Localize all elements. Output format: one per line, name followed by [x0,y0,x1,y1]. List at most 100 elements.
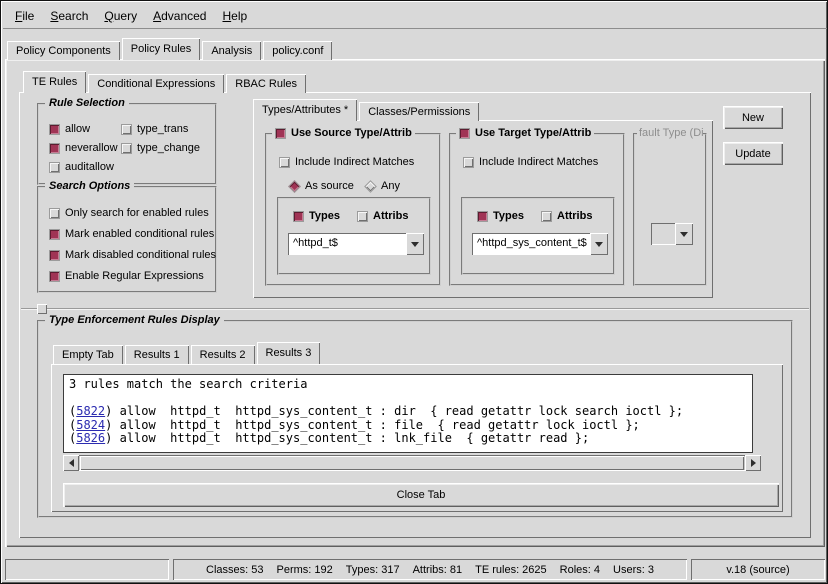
radio-as-source[interactable]: As source [289,179,354,193]
rules-display-title: Type Enforcement Rules Display [45,314,224,326]
results-text-area[interactable]: 3 rules match the search criteria (5822)… [63,374,753,453]
menu-file[interactable]: File [7,3,42,29]
tab-te-rules[interactable]: TE Rules [23,71,86,93]
checkbox-use-target-type[interactable]: Use Target Type/Attrib [456,126,594,140]
tab-results-2[interactable]: Results 2 [191,345,255,364]
checkbox-label: Types [493,210,524,222]
target-types-frame: Types Attribs ^httpd_sys_content_t$ [461,197,615,275]
rules-display-group: Type Enforcement Rules Display Empty Tab… [37,320,793,518]
checkbox-indicator [49,229,60,240]
checkbox-label: Use Source Type/Attrib [291,127,412,139]
default-type-group: fault Type (Disa [633,133,707,286]
checkbox-source-types[interactable]: Types [293,209,340,223]
checkbox-neverallow[interactable]: neverallow [49,141,118,155]
rule-line: (5822) allow httpd_t httpd_sys_content_t… [69,405,747,419]
search-options-group: Search Options Only search for enabled r… [37,186,217,293]
rule-text: allow httpd_t httpd_sys_content_t : lnk_… [112,431,589,445]
checkbox-indicator [463,157,474,168]
checkbox-type-trans[interactable]: type_trans [121,122,188,136]
chevron-down-icon [411,242,419,247]
scroll-right-button[interactable] [745,455,761,471]
horizontal-scrollbar[interactable] [63,455,761,471]
arrow-right-icon [751,459,756,467]
checkbox-indicator [49,208,60,219]
tab-policy-rules[interactable]: Policy Rules [122,38,201,60]
checkbox-source-indirect-matches[interactable]: Include Indirect Matches [279,155,414,169]
menu-help[interactable]: Help [214,3,255,29]
close-tab-button[interactable]: Close Tab [63,483,779,507]
tab-empty[interactable]: Empty Tab [53,345,123,364]
tab-policy-components[interactable]: Policy Components [7,41,120,60]
tab-results-1[interactable]: Results 1 [125,345,189,364]
checkbox-indicator [477,211,488,222]
checkbox-target-indirect-matches[interactable]: Include Indirect Matches [463,155,598,169]
results-panel: 3 rules match the search criteria (5822)… [51,364,783,512]
menu-advanced[interactable]: Advanced [145,3,214,29]
rule-id-link[interactable]: 5822 [76,404,105,418]
checkbox-label: Types [309,210,340,222]
stat-users: Users: 3 [613,564,654,576]
source-type-combobox[interactable]: ^httpd_t$ [288,233,424,255]
checkbox-label: Use Target Type/Attrib [475,127,591,139]
checkbox-mark-enabled-conditional[interactable]: Mark enabled conditional rules [49,227,214,241]
checkbox-type-change[interactable]: type_change [121,141,200,155]
tab-policy-conf[interactable]: policy.conf [263,41,332,60]
checkbox-target-types[interactable]: Types [477,209,524,223]
main-frame: TE Rules Conditional Expressions RBAC Ru… [5,59,825,547]
rule-line: (5826) allow httpd_t httpd_sys_content_t… [69,432,747,446]
dropdown-arrow-button[interactable] [406,233,424,255]
rule-line: (5824) allow httpd_t httpd_sys_content_t… [69,419,747,433]
menu-query[interactable]: Query [96,3,145,29]
search-options-title: Search Options [45,180,134,192]
scroll-left-button[interactable] [63,455,79,471]
menu-search[interactable]: Search [42,3,96,29]
checkbox-mark-disabled-conditional[interactable]: Mark disabled conditional rules [49,248,216,262]
update-button[interactable]: Update [723,142,783,165]
checkbox-auditallow[interactable]: auditallow [49,160,114,174]
checkbox-label: auditallow [65,161,114,173]
stat-classes: Classes: 53 [206,564,263,576]
tab-types-attributes[interactable]: Types/Attributes * [253,99,357,121]
rule-text: allow httpd_t httpd_sys_content_t : file… [112,418,639,432]
radio-indicator [288,180,301,193]
checkbox-label: type_trans [137,123,188,135]
checkbox-source-attribs[interactable]: Attribs [357,209,408,223]
pane-sash-handle[interactable] [37,304,47,314]
tab-classes-permissions[interactable]: Classes/Permissions [359,102,479,121]
scrollbar-thumb[interactable] [80,456,744,470]
checkbox-target-attribs[interactable]: Attribs [541,209,592,223]
tab-results-3[interactable]: Results 3 [257,342,321,364]
blank-line [69,392,747,406]
new-button[interactable]: New [723,106,783,129]
rule-text: allow httpd_t httpd_sys_content_t : dir … [112,404,683,418]
source-types-frame: Types Attribs ^httpd_t$ [277,197,431,275]
radio-any[interactable]: Any [365,179,400,193]
checkbox-indicator [49,250,60,261]
dropdown-arrow-button[interactable] [590,233,608,255]
rule-id-link[interactable]: 5824 [76,418,105,432]
main-tab-bar: Policy Components Policy Rules Analysis … [7,38,334,60]
checkbox-label: Include Indirect Matches [295,156,414,168]
status-segment-stats: Classes: 53 Perms: 192 Types: 317 Attrib… [173,559,687,580]
tab-analysis[interactable]: Analysis [202,41,261,60]
status-segment-version: v.18 (source) [691,559,825,580]
target-type-combobox[interactable]: ^httpd_sys_content_t$ [472,233,608,255]
combobox-value[interactable]: ^httpd_t$ [288,233,406,255]
tab-rbac-rules[interactable]: RBAC Rules [226,74,306,93]
combobox-value[interactable]: ^httpd_sys_content_t$ [472,233,590,255]
checkbox-indicator [293,211,304,222]
checkbox-enable-regex[interactable]: Enable Regular Expressions [49,269,204,283]
checkbox-indicator [121,124,132,135]
tab-conditional-expressions[interactable]: Conditional Expressions [88,74,224,93]
radio-indicator [364,180,377,193]
policy-version: v.18 (source) [726,564,789,576]
radio-label: As source [305,180,354,192]
rule-id-link[interactable]: 5826 [76,431,105,445]
checkbox-label: Enable Regular Expressions [65,270,204,282]
checkbox-use-source-type[interactable]: Use Source Type/Attrib [272,126,415,140]
checkbox-allow[interactable]: allow [49,122,90,136]
checkbox-only-enabled-rules[interactable]: Only search for enabled rules [49,206,209,220]
rule-selection-group: Rule Selection allow type_trans neverall… [37,103,217,185]
checkbox-label: Mark disabled conditional rules [65,249,216,261]
checkbox-indicator [49,271,60,282]
